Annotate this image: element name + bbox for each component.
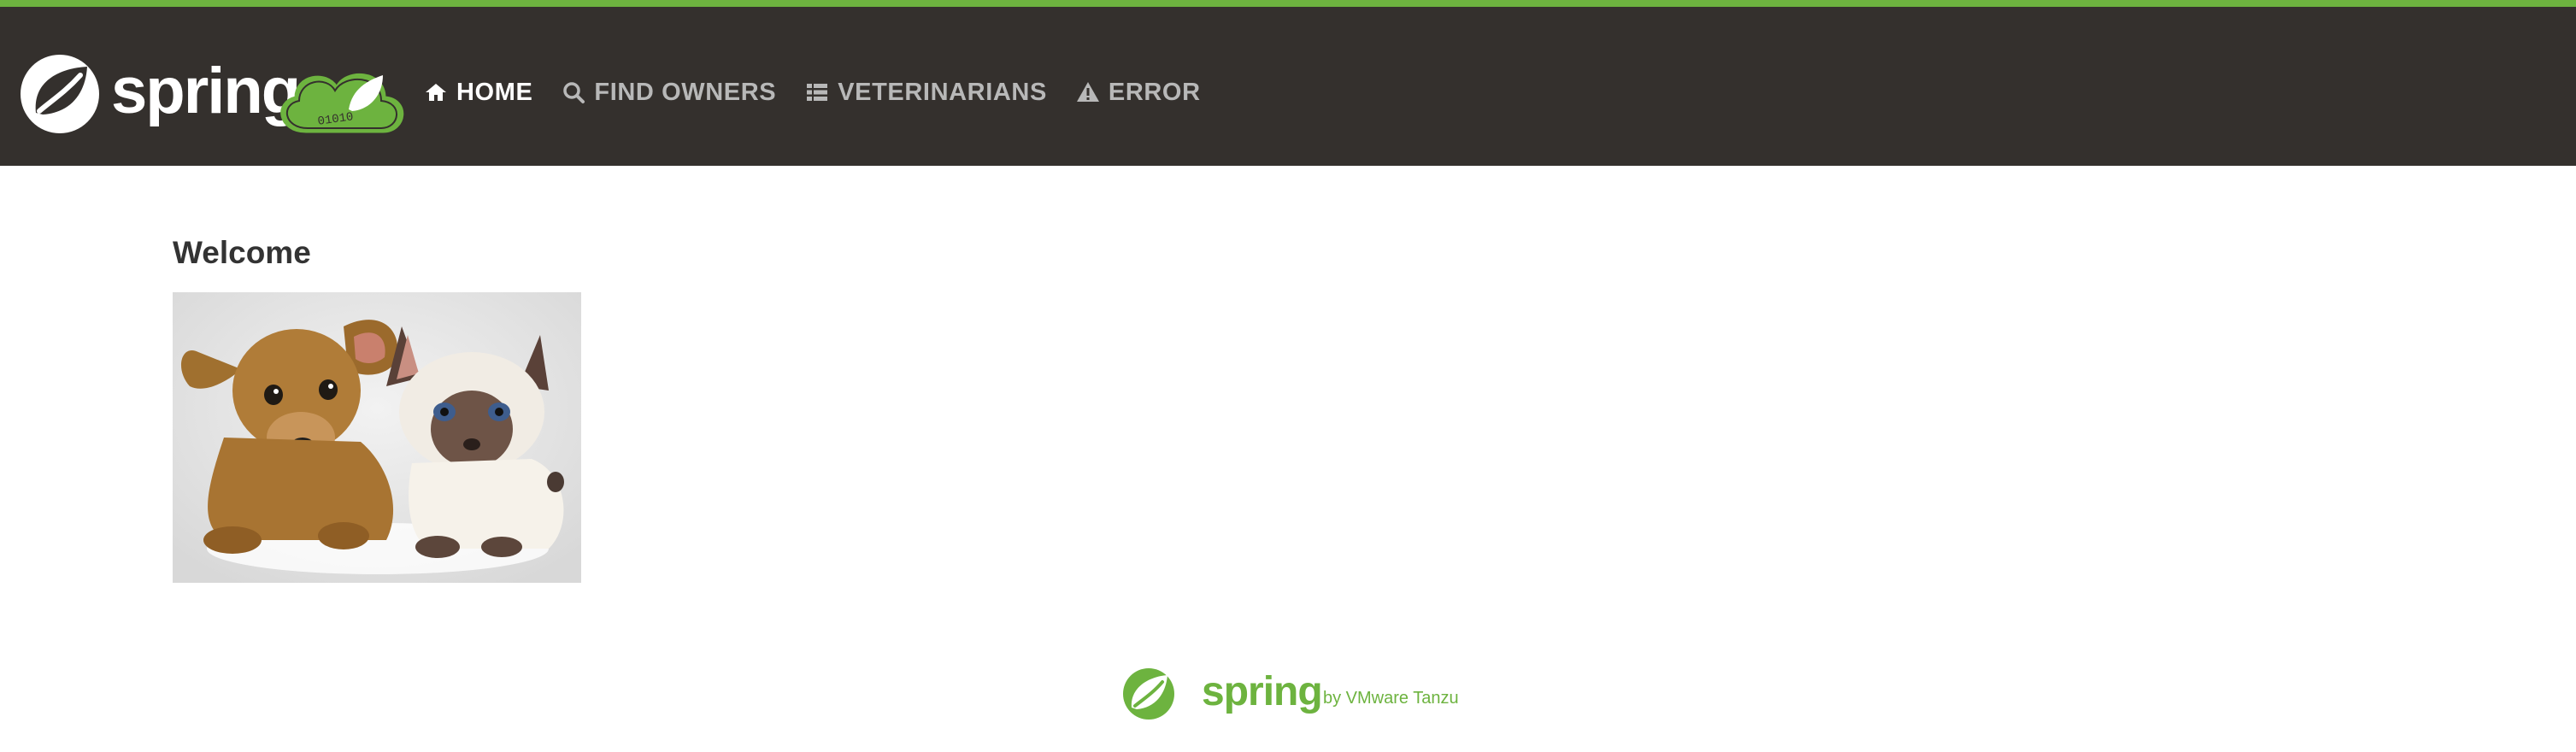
nav-veterinarians-label: Veterinarians: [838, 78, 1047, 106]
puppy-kitten-illustration: [173, 292, 581, 583]
home-icon: [424, 80, 448, 104]
nav-find-owners[interactable]: Find owners: [562, 79, 776, 107]
nav-veterinarians[interactable]: Veterinarians: [805, 79, 1047, 107]
nav-find-owners-label: Find owners: [594, 78, 777, 106]
nav-error[interactable]: Error: [1076, 79, 1201, 107]
logo-wordmark: spring: [111, 55, 299, 127]
footer-logo[interactable]: spring by VMware Tanzu: [1118, 663, 1477, 723]
nav-error-label: Error: [1108, 78, 1201, 106]
search-icon: [562, 80, 585, 104]
accent-top-bar: [0, 0, 2576, 7]
pets-image: [173, 292, 581, 583]
spring-logo-graphic: spring 01010: [21, 55, 404, 133]
nav-home[interactable]: Home: [424, 79, 532, 107]
nav-home-label: Home: [456, 78, 533, 106]
spring-petclinic-logo[interactable]: spring 01010: [17, 50, 410, 138]
footer-wordmark: spring: [1202, 669, 1323, 714]
list-icon: [805, 80, 829, 104]
spring-leaf-icon: [1123, 668, 1174, 720]
footer-tagline: by VMware Tanzu: [1323, 689, 1459, 708]
warning-icon: [1076, 80, 1100, 104]
page-title: Welcome: [173, 235, 311, 270]
main-content: Welcome: [173, 231, 311, 275]
main-nav: Home Find owners Veterinarians Error: [424, 62, 1201, 123]
navbar: spring 01010 Home Find owners: [0, 7, 2576, 166]
